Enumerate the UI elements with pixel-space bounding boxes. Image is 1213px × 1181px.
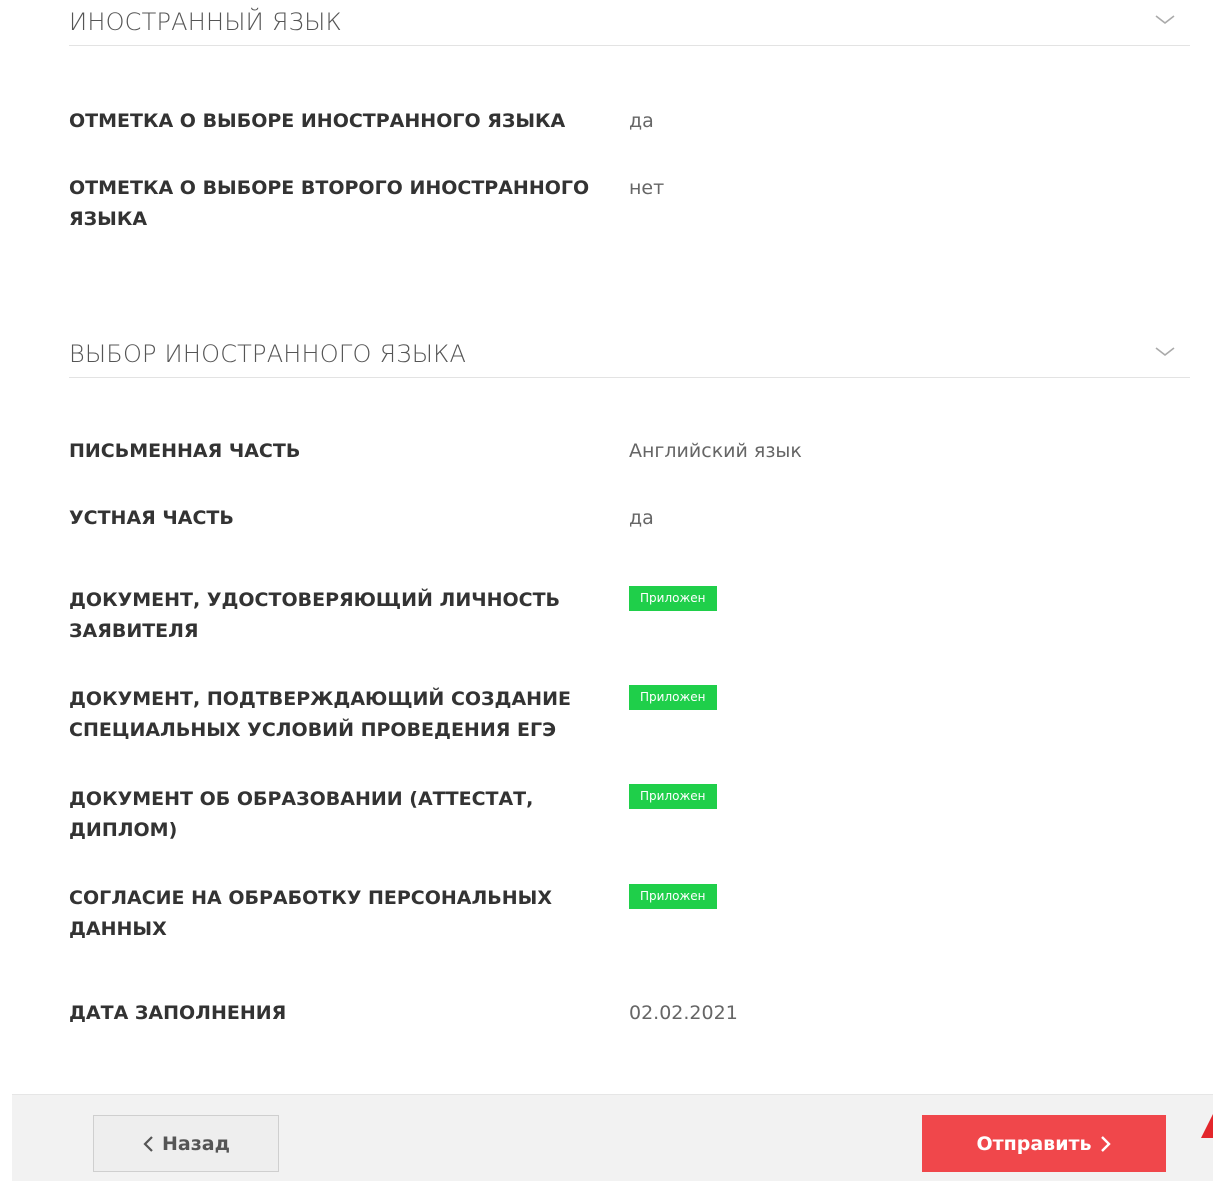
field-label: ОТМЕТКА О ВЫБОРЕ ИНОСТРАННОГО ЯЗЫКА (69, 110, 566, 132)
field-label: ПИСЬМЕННАЯ ЧАСТЬ (69, 440, 301, 462)
back-button[interactable]: Назад (93, 1115, 279, 1172)
chevron-right-icon (1100, 1135, 1111, 1152)
application-review-page: ИНОСТРАННЫЙ ЯЗЫК ОТМЕТКА О ВЫБОРЕ ИНОСТР… (0, 0, 1213, 1181)
section-header-language-choice[interactable]: ВЫБОР ИНОСТРАННОГО ЯЗЫКА (69, 332, 1190, 378)
field-value: да (629, 110, 654, 132)
field-value: нет (629, 177, 665, 199)
section-header-foreign-language[interactable]: ИНОСТРАННЫЙ ЯЗЫК (69, 0, 1190, 46)
status-badge: Приложен (629, 685, 717, 710)
send-button-label: Отправить (976, 1132, 1092, 1155)
field-label: ДОКУМЕНТ ОБ ОБРАЗОВАНИИ (АТТЕСТАТ, ДИПЛО… (69, 788, 534, 841)
chevron-down-icon[interactable] (1154, 340, 1176, 362)
status-badge: Приложен (629, 784, 717, 809)
section-title: ВЫБОР ИНОСТРАННОГО ЯЗЫКА (69, 340, 467, 368)
chevron-down-icon[interactable] (1154, 8, 1176, 30)
status-badge: Приложен (629, 586, 717, 611)
field-label: ОТМЕТКА О ВЫБОРЕ ВТОРОГО ИНОСТРАННОГО ЯЗ… (69, 177, 590, 230)
field-label: СОГЛАСИЕ НА ОБРАБОТКУ ПЕРСОНАЛЬНЫХ ДАННЫ… (69, 887, 553, 940)
field-label: ДАТА ЗАПОЛНЕНИЯ (69, 1002, 287, 1024)
send-button[interactable]: Отправить (922, 1115, 1166, 1172)
red-arrow-icon (1201, 1114, 1213, 1138)
field-value: 02.02.2021 (629, 1002, 738, 1024)
field-label: ДОКУМЕНТ, ПОДТВЕРЖДАЮЩИЙ СОЗДАНИЕ СПЕЦИА… (69, 688, 571, 741)
field-value: да (629, 507, 654, 529)
status-badge: Приложен (629, 884, 717, 909)
field-label: УСТНАЯ ЧАСТЬ (69, 507, 234, 529)
back-button-label: Назад (162, 1132, 230, 1155)
field-value: Английский язык (629, 440, 802, 462)
form-footer: Назад Отправить (12, 1094, 1213, 1181)
chevron-left-icon (143, 1135, 153, 1152)
field-label: ДОКУМЕНТ, УДОСТОВЕРЯЮЩИЙ ЛИЧНОСТЬ ЗАЯВИТ… (69, 589, 561, 642)
section-title: ИНОСТРАННЫЙ ЯЗЫК (69, 8, 342, 36)
